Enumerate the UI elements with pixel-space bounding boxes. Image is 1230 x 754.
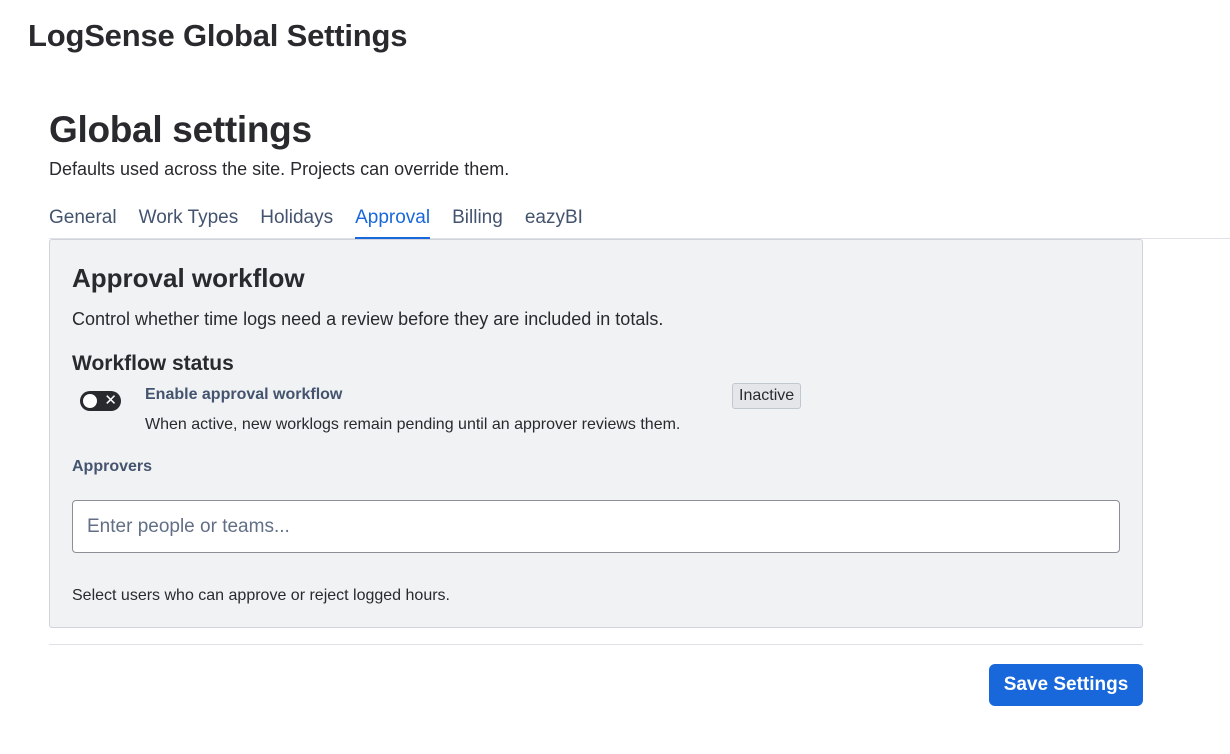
- close-icon: ✕: [104, 392, 117, 409]
- workflow-toggle-row: ✕ Enable approval workflow When active, …: [72, 383, 1120, 445]
- toggle-label: Enable approval workflow: [145, 386, 343, 403]
- tab-work-types[interactable]: Work Types: [139, 206, 239, 238]
- settings-page: Global settings Defaults used across the…: [49, 108, 1230, 706]
- settings-tabs: General Work Types Holidays Approval Bil…: [49, 206, 1230, 239]
- toggle-knob: [83, 394, 97, 408]
- approval-title: Approval workflow: [72, 263, 305, 293]
- app-title: LogSense Global Settings: [28, 18, 408, 53]
- approval-panel: Approval workflow Control whether time l…: [49, 239, 1143, 628]
- approvers-help-text: Select users who can approve or reject l…: [72, 587, 450, 604]
- tab-general[interactable]: General: [49, 206, 117, 238]
- page-title: Global settings: [49, 109, 312, 150]
- tab-holidays[interactable]: Holidays: [260, 206, 333, 238]
- tab-approval[interactable]: Approval: [355, 206, 431, 239]
- workflow-status-title: Workflow status: [72, 352, 234, 375]
- approvers-input[interactable]: [72, 500, 1120, 553]
- footer-divider: [49, 644, 1143, 645]
- approval-description: Control whether time logs need a review …: [72, 309, 664, 329]
- tab-eazybi[interactable]: eazyBI: [525, 206, 583, 238]
- page-subtitle: Defaults used across the site. Projects …: [49, 159, 510, 179]
- tab-billing[interactable]: Billing: [452, 206, 503, 238]
- save-settings-button[interactable]: Save Settings: [989, 664, 1143, 706]
- approvers-label: Approvers: [72, 458, 153, 475]
- toggle-help-text: When active, new worklogs remain pending…: [145, 416, 681, 433]
- status-badge: Inactive: [732, 383, 802, 409]
- enable-approval-toggle[interactable]: ✕: [80, 391, 121, 411]
